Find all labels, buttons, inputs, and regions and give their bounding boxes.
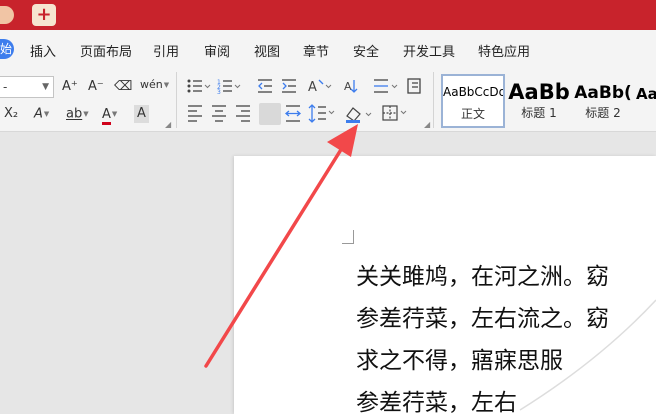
- style-heading-1[interactable]: AaBb 标题 1: [508, 74, 570, 128]
- svg-text:3: 3: [217, 89, 221, 96]
- menu-security[interactable]: 安全: [353, 41, 379, 60]
- highlight-icon[interactable]: ab▼: [66, 105, 89, 124]
- shrink-font-icon[interactable]: A⁻: [88, 78, 104, 96]
- menu-start-tab[interactable]: 开始: [0, 39, 14, 59]
- align-right-icon[interactable]: [236, 105, 250, 122]
- menu-developer[interactable]: 开发工具: [403, 41, 455, 60]
- increase-indent-icon[interactable]: [282, 79, 296, 93]
- show-hide-icon[interactable]: [407, 78, 421, 94]
- group-divider: [176, 72, 177, 128]
- paragraph-icons: 1 2 3 A A: [187, 78, 421, 123]
- grow-font-icon[interactable]: A⁺: [62, 78, 78, 96]
- menu-page-layout[interactable]: 页面布局: [80, 41, 132, 60]
- borders-icon[interactable]: [382, 105, 407, 121]
- decrease-indent-icon[interactable]: [258, 79, 272, 93]
- shading-fill-icon[interactable]: [346, 107, 372, 123]
- doc-line-1[interactable]: 关关雎鸠，在河之洲。窈: [356, 257, 609, 291]
- margin-corner-mark: [342, 230, 354, 244]
- paragraph-spacing-icon[interactable]: [308, 104, 335, 123]
- menu-review[interactable]: 审阅: [204, 41, 230, 60]
- font-size-select[interactable]: - ▼: [0, 76, 54, 98]
- paragraph-dialog-launcher-icon[interactable]: ◢: [424, 120, 430, 129]
- svg-text:A: A: [308, 80, 317, 95]
- align-center-icon[interactable]: [212, 105, 226, 122]
- svg-text:A: A: [344, 80, 352, 93]
- doc-line-3[interactable]: 求之不得，寤寐思服: [356, 341, 563, 375]
- doc-line-4[interactable]: 参差荇菜，左右: [356, 383, 517, 414]
- justify-active-bg: [259, 103, 281, 125]
- char-shading-icon[interactable]: A: [134, 105, 149, 123]
- text-effect-icon[interactable]: A▼: [34, 105, 49, 124]
- style-heading-3[interactable]: Aa: [636, 74, 656, 128]
- phonetic-guide-icon[interactable]: wén▼: [140, 76, 169, 94]
- menu-bar: 开始 插入 页面布局 引用 审阅 视图 章节 安全 开发工具 特色应用: [0, 30, 656, 68]
- doc-line-2[interactable]: 参差荇菜，左右流之。窈: [356, 299, 609, 333]
- text-direction-icon[interactable]: A: [308, 79, 332, 95]
- subscript-icon[interactable]: X₂: [4, 105, 18, 123]
- menu-insert[interactable]: 插入: [30, 41, 56, 60]
- ribbon: -▼ A⁺ A⁻ ⌫ wén▼ X₂ A▼ ab▼ A▼ A ◢ 1 2 3: [0, 68, 656, 132]
- menu-chapter[interactable]: 章节: [303, 41, 329, 60]
- style-heading-2[interactable]: AaBb( 标题 2: [572, 74, 634, 128]
- font-dialog-launcher-icon[interactable]: ◢: [165, 120, 171, 129]
- sort-icon[interactable]: A: [344, 80, 358, 93]
- title-bar: +: [0, 0, 656, 30]
- group-divider: [433, 72, 434, 128]
- align-left-icon[interactable]: [188, 105, 202, 122]
- menu-view[interactable]: 视图: [254, 41, 280, 60]
- menu-special-apps[interactable]: 特色应用: [478, 41, 530, 60]
- distribute-icon[interactable]: [284, 105, 302, 122]
- font-color-icon[interactable]: A▼: [102, 105, 117, 125]
- numbered-list-icon[interactable]: 1 2 3: [217, 79, 241, 96]
- bullet-list-icon[interactable]: [187, 79, 211, 93]
- menu-references[interactable]: 引用: [153, 41, 179, 60]
- line-spacing-icon[interactable]: [374, 79, 398, 93]
- style-normal[interactable]: AaBbCcDd 正文: [441, 74, 505, 128]
- new-tab-button[interactable]: +: [32, 4, 56, 26]
- tab-stub[interactable]: [0, 6, 14, 24]
- clear-format-icon[interactable]: ⌫: [114, 78, 132, 96]
